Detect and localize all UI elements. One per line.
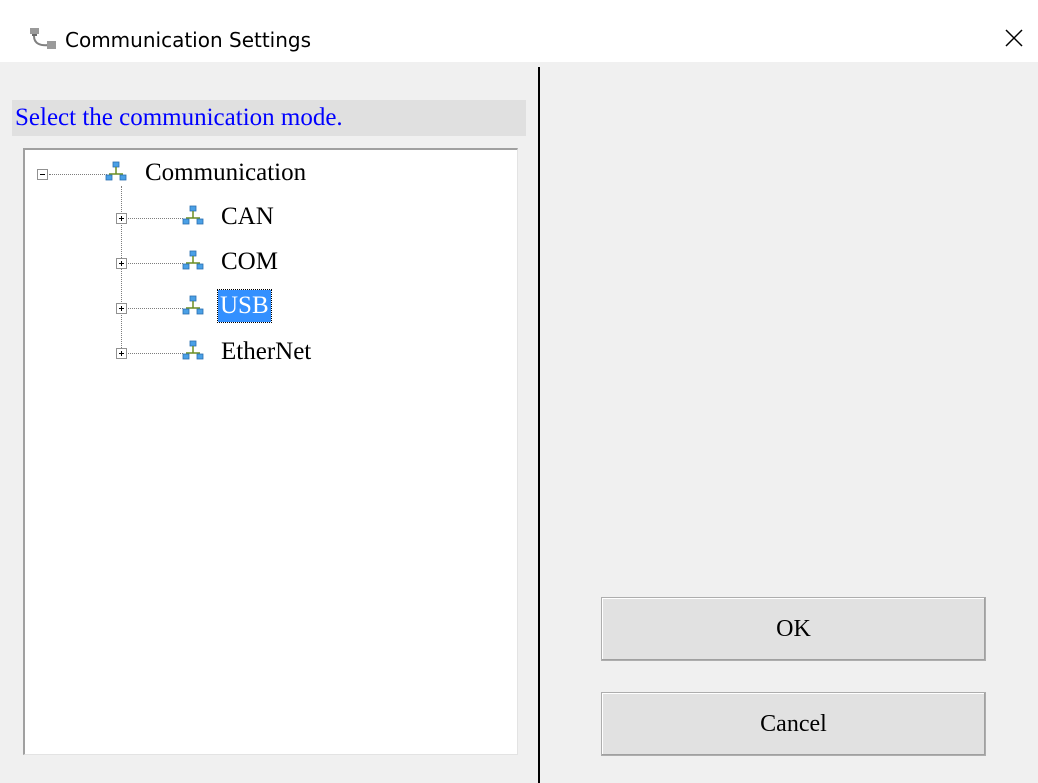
network-icon [182,250,204,270]
tree-connector [128,353,183,354]
expand-toggle-can[interactable] [116,213,127,224]
close-button[interactable] [990,18,1038,58]
network-icon [182,205,204,225]
instruction-label: Select the communication mode. [12,100,526,136]
tree-connector [128,218,183,219]
window-title: Communication Settings [65,28,312,52]
title-bar: Communication Settings [0,0,1038,62]
collapse-toggle-communication[interactable] [37,169,48,180]
ok-button[interactable]: OK [601,597,986,661]
tree-node-can[interactable]: CAN [221,201,274,233]
tree-connector [128,263,183,264]
communication-tree[interactable]: Communication CAN COM USB EtherNet [23,148,518,755]
expand-toggle-usb[interactable] [116,303,127,314]
network-icon [182,340,204,360]
expand-toggle-ethernet[interactable] [116,348,127,359]
tree-node-usb[interactable]: USB [217,289,272,323]
network-icon [182,295,204,315]
tree-node-com[interactable]: COM [221,246,278,278]
network-icon [105,161,127,181]
tree-node-communication[interactable]: Communication [145,157,306,189]
close-icon [1005,29,1023,47]
tree-connector [49,174,107,175]
cancel-button[interactable]: Cancel [601,692,986,756]
tree-connector [121,186,122,356]
expand-toggle-com[interactable] [116,258,127,269]
tree-node-ethernet[interactable]: EtherNet [221,336,311,368]
tree-connector [128,308,183,309]
serial-cable-icon [30,28,56,49]
pane-divider [538,67,540,783]
